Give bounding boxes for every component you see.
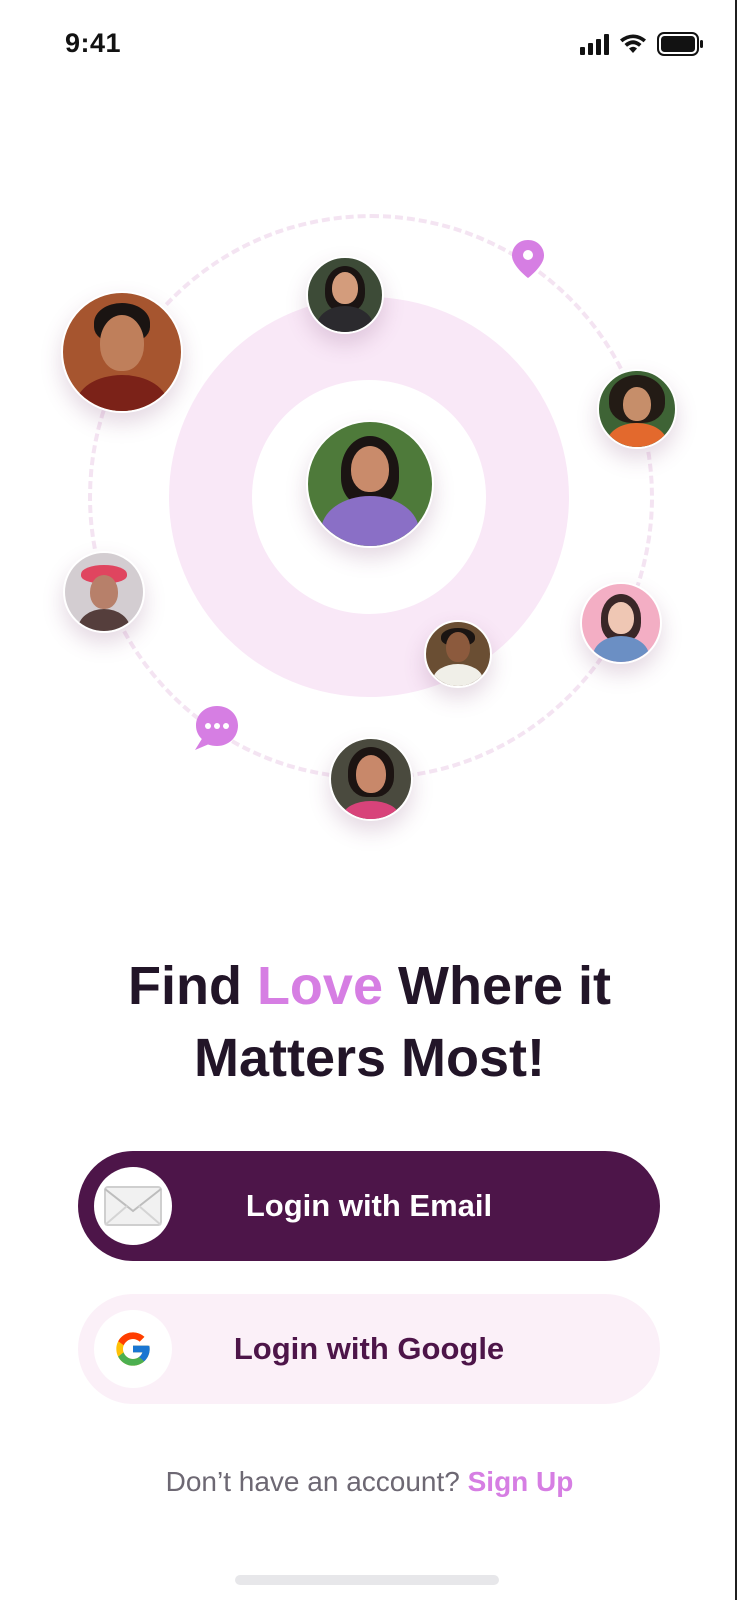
headline-text-where: Where it xyxy=(382,956,612,1016)
status-icons xyxy=(580,32,703,56)
home-indicator xyxy=(235,1575,499,1585)
headline-accent-word: Love xyxy=(256,956,383,1016)
chat-bubble-icon xyxy=(195,706,238,750)
status-time: 9:41 xyxy=(65,28,122,58)
login-google-label: Login with Google xyxy=(233,1331,505,1366)
login-email-button[interactable]: Login with Email xyxy=(78,1151,660,1261)
avatar-left xyxy=(63,551,145,633)
avatar-bottom xyxy=(329,737,413,821)
avatar-top-left xyxy=(61,291,183,413)
wifi-icon xyxy=(620,34,646,53)
headline: Find Love Where it Matters Most! xyxy=(0,950,739,1094)
location-pin-icon xyxy=(512,240,544,278)
phone-screen: 9:41 Find Love Where it Matters Most! Lo… xyxy=(0,0,737,1600)
avatar-center xyxy=(306,420,434,548)
avatar-right xyxy=(597,369,677,449)
battery-icon xyxy=(657,32,703,56)
avatar-right-lower xyxy=(580,582,662,664)
signup-prompt: Don’t have an account? Sign Up xyxy=(0,1466,739,1498)
headline-line-2: Matters Most! xyxy=(193,1028,546,1088)
headline-line-1: Find Love Where it xyxy=(0,950,739,1022)
avatar-lower-center xyxy=(424,620,492,688)
signup-prompt-text: Don’t have an account? xyxy=(165,1466,468,1497)
login-email-label: Login with Email xyxy=(245,1188,493,1223)
google-logo-icon xyxy=(116,1332,150,1366)
signup-link[interactable]: Sign Up xyxy=(468,1466,574,1497)
avatar-top xyxy=(306,256,384,334)
matching-illustration xyxy=(0,180,739,860)
envelope-icon xyxy=(104,1186,162,1226)
cellular-signal-icon xyxy=(580,33,609,55)
login-google-button[interactable]: Login with Google xyxy=(78,1294,660,1404)
google-button-icon-circle xyxy=(94,1310,172,1388)
email-button-icon-circle xyxy=(94,1167,172,1245)
headline-text-find: Find xyxy=(127,956,257,1016)
